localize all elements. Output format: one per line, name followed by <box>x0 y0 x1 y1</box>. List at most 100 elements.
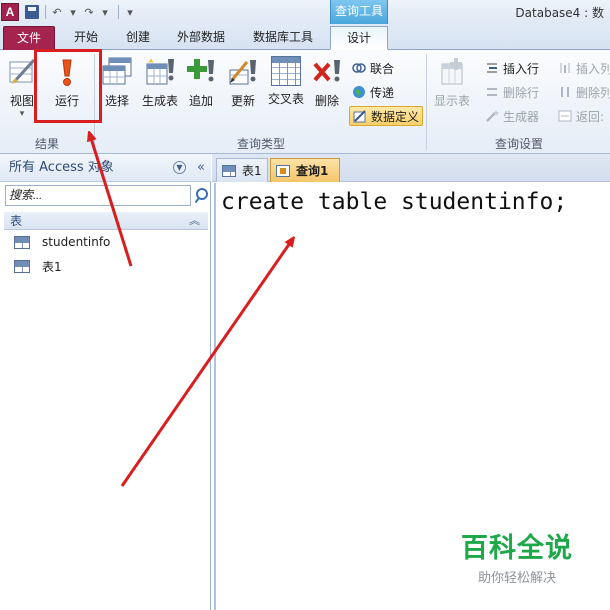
table-icon <box>14 259 30 273</box>
append-button[interactable]: 追加 <box>185 56 217 109</box>
delete-columns-button[interactable]: 删除列 <box>558 82 610 102</box>
pass-through-button[interactable]: 传递 <box>352 82 394 102</box>
watermark-subtitle: 助你轻松解决 <box>477 571 556 586</box>
tables-group-header[interactable]: 表 ︽ <box>4 212 208 230</box>
make-table-button[interactable]: 生成表 <box>139 56 181 109</box>
show-table-label: 显示表 <box>433 94 470 108</box>
ribbon: 视图 ▾ 运行 结果 选择 生成表 追加 更新 交叉表 删除 联合 传递 数据定… <box>0 50 610 154</box>
insert-columns-button[interactable]: 插入列 <box>558 58 610 78</box>
union-label: 联合 <box>370 61 395 76</box>
select-query-button[interactable]: 选择 <box>99 56 135 109</box>
toolbar-divider <box>118 5 119 19</box>
query-tools-context-label: 查询工具 <box>330 0 388 24</box>
tab-home[interactable]: 开始 <box>63 26 109 50</box>
globe-icon <box>352 85 366 99</box>
redo-icon[interactable]: ↷ <box>82 2 96 22</box>
save-icon[interactable] <box>25 2 39 22</box>
data-definition-icon <box>353 109 367 123</box>
tab-database-tools[interactable]: 数据库工具 <box>244 26 322 50</box>
tab-create[interactable]: 创建 <box>116 26 160 50</box>
append-icon <box>185 56 217 88</box>
doc-tab-label: 查询1 <box>296 163 329 178</box>
results-group-label: 结果 <box>34 137 59 151</box>
union-button[interactable]: 联合 <box>352 58 394 78</box>
customize-toolbar-icon[interactable]: ▾ <box>123 2 137 22</box>
doc-tab-label: 表1 <box>242 163 262 178</box>
ribbon-tab-row: 文件 开始 创建 外部数据 数据库工具 设计 <box>0 24 610 50</box>
query-icon <box>276 164 290 177</box>
table-icon <box>14 235 30 249</box>
tab-design[interactable]: 设计 <box>330 26 388 50</box>
doc-tab-query1[interactable]: 查询1 <box>270 158 340 182</box>
insert-rows-label: 插入行 <box>503 61 540 76</box>
access-logo-icon[interactable]: A <box>1 3 19 21</box>
builder-label: 生成器 <box>503 109 540 124</box>
sql-statement[interactable]: create table studentinfo; <box>221 189 567 215</box>
nav-search-input[interactable]: 搜索... <box>5 185 191 206</box>
crosstab-label: 交叉表 <box>267 92 304 106</box>
tab-external-data[interactable]: 外部数据 <box>168 26 234 50</box>
delete-columns-label: 删除列 <box>576 85 610 100</box>
run-button[interactable]: 运行 <box>46 56 88 109</box>
delete-rows-icon <box>485 85 499 99</box>
select-label: 选择 <box>104 94 129 108</box>
nav-pane-title: 所有 Access 对象 <box>9 160 114 175</box>
return-label: 返回: <box>576 109 605 124</box>
insert-rows-button[interactable]: 插入行 <box>485 58 539 78</box>
nav-menu-chevron-icon[interactable]: ▼ <box>173 161 186 174</box>
update-icon <box>227 56 259 88</box>
undo-dropdown-icon[interactable]: ▾ <box>66 2 80 22</box>
builder-wand-icon <box>485 109 499 123</box>
search-icon[interactable] <box>193 187 208 203</box>
make-table-icon <box>144 56 176 88</box>
pass-through-label: 传递 <box>370 85 395 100</box>
chevron-up-icon[interactable]: ︽ <box>189 212 200 230</box>
document-tab-bar: 表1 查询1 <box>212 154 610 182</box>
data-definition-label: 数据定义 <box>371 109 420 124</box>
title-bar: A ↶ ▾ ↷ ▾ ▾ 查询工具 Database4 : 数 <box>0 0 610 24</box>
undo-icon[interactable]: ↶ <box>50 2 64 22</box>
show-table-button[interactable]: 显示表 <box>431 56 473 109</box>
insert-columns-label: 插入列 <box>576 61 610 76</box>
builder-button[interactable]: 生成器 <box>485 106 539 126</box>
select-query-icon <box>101 56 133 88</box>
delete-query-button[interactable]: 删除 <box>311 56 343 109</box>
update-button[interactable]: 更新 <box>226 56 260 109</box>
view-dropdown-icon[interactable]: ▾ <box>5 109 39 119</box>
quick-access-toolbar: A ↶ ▾ ↷ ▾ ▾ <box>0 1 139 23</box>
query-setup-group-label: 查询设置 <box>494 137 543 151</box>
tables-group-label: 表 <box>10 214 23 228</box>
tab-file[interactable]: 文件 <box>3 26 55 50</box>
union-icon <box>352 61 366 75</box>
collapse-pane-icon[interactable]: « <box>197 154 205 182</box>
redo-dropdown-icon[interactable]: ▾ <box>98 2 112 22</box>
run-exclamation-icon <box>51 56 83 88</box>
group-divider <box>426 54 427 150</box>
nav-item-label: 表1 <box>42 259 62 274</box>
run-label: 运行 <box>54 94 79 108</box>
make-table-label: 生成表 <box>141 94 178 108</box>
nav-item-label: studentinfo <box>42 235 111 249</box>
crosstab-icon <box>271 56 301 86</box>
nav-item-studentinfo[interactable]: studentinfo <box>14 232 110 252</box>
table-icon <box>222 164 236 177</box>
insert-columns-icon <box>558 61 572 75</box>
return-field[interactable]: 返回: <box>558 106 604 126</box>
return-icon <box>558 109 572 123</box>
delete-icon <box>311 56 343 88</box>
view-icon <box>6 56 38 88</box>
doc-tab-table1[interactable]: 表1 <box>216 158 268 182</box>
data-definition-button[interactable]: 数据定义 <box>349 106 424 126</box>
delete-rows-button[interactable]: 删除行 <box>485 82 539 102</box>
toolbar-divider <box>45 5 46 19</box>
update-label: 更新 <box>230 94 255 108</box>
nav-pane-header[interactable]: 所有 Access 对象 ▼ « <box>0 154 211 182</box>
watermark: 百科全说 助你轻松解决 <box>452 526 582 586</box>
view-button[interactable]: 视图 ▾ <box>5 56 39 119</box>
watermark-title: 百科全说 <box>461 533 573 564</box>
query-type-group-label: 查询类型 <box>236 137 285 151</box>
group-divider <box>94 54 95 150</box>
crosstab-button[interactable]: 交叉表 <box>265 56 307 107</box>
nav-item-table1[interactable]: 表1 <box>14 256 62 276</box>
delete-rows-label: 删除行 <box>503 85 540 100</box>
